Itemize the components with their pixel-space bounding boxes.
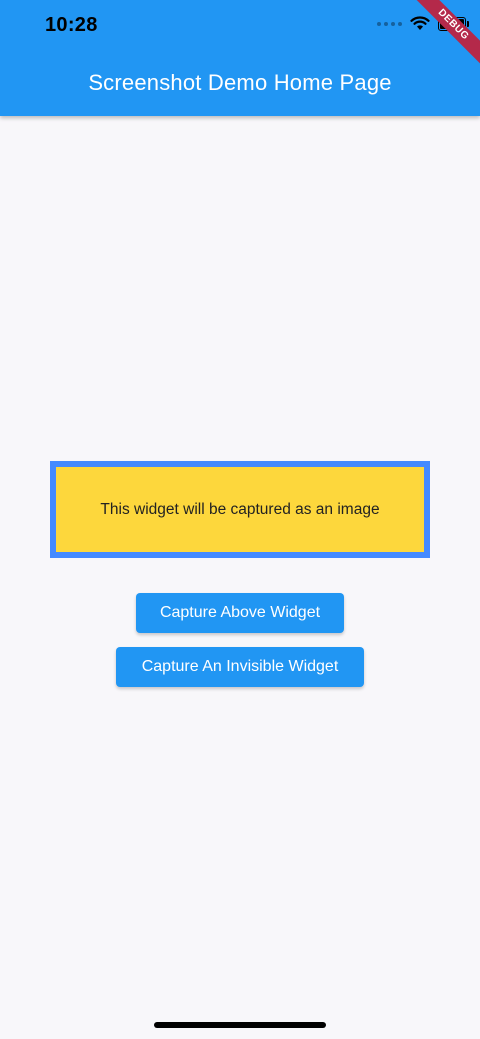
- cellular-signal-icon: [377, 21, 402, 26]
- status-time: 10:28: [45, 14, 98, 36]
- home-indicator[interactable]: [154, 1022, 326, 1028]
- battery-icon: [438, 16, 469, 31]
- capture-above-widget-button[interactable]: Capture Above Widget: [136, 593, 344, 633]
- app-bar: 10:28 Screenshot Demo Home Page: [0, 0, 480, 116]
- capture-invisible-widget-button[interactable]: Capture An Invisible Widget: [116, 647, 364, 687]
- wifi-icon: [410, 16, 430, 30]
- capture-widget: This widget will be captured as an image: [50, 461, 430, 558]
- capture-widget-text: This widget will be captured as an image: [100, 500, 380, 518]
- page-title: Screenshot Demo Home Page: [88, 70, 392, 95]
- status-icons: [377, 16, 469, 31]
